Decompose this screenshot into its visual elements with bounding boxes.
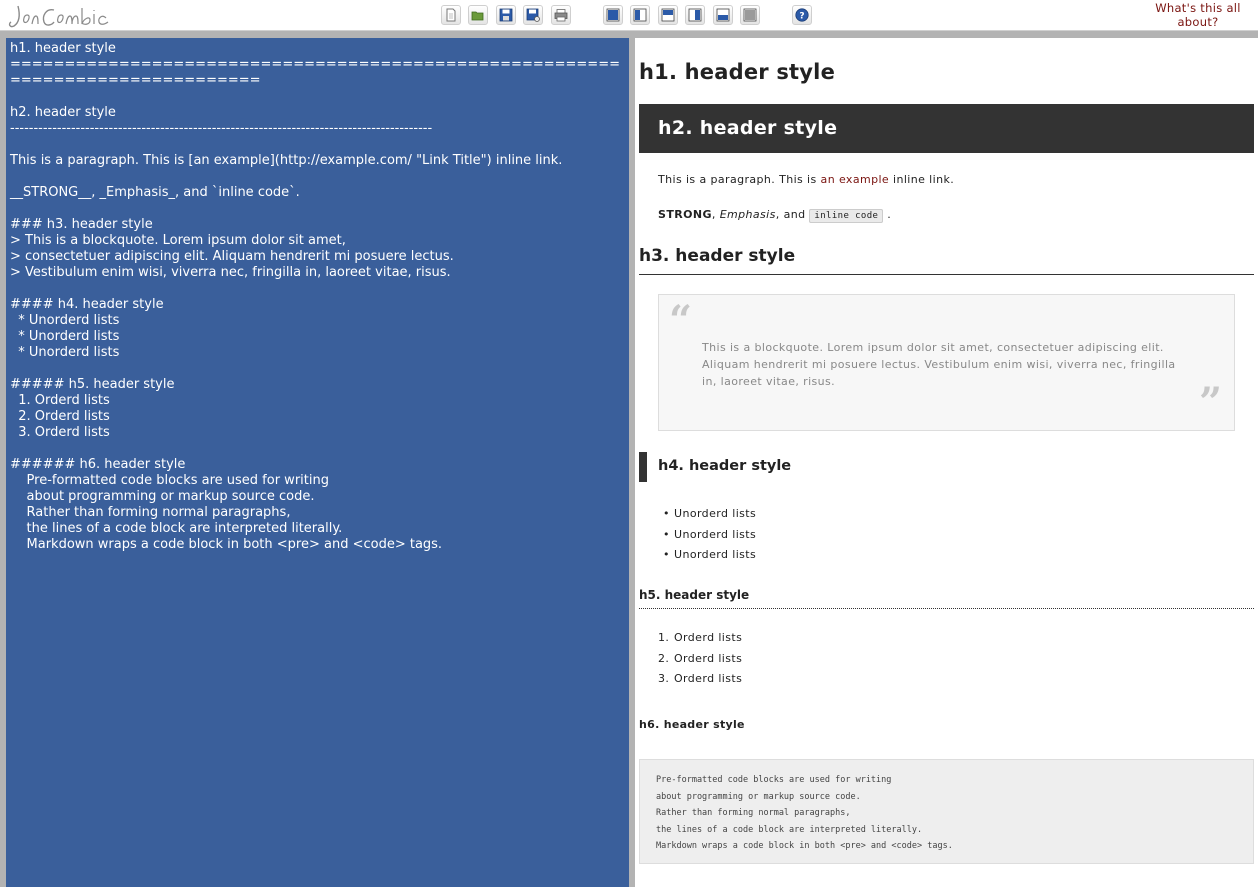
preview-formatting-line: STRONG, Emphasis, and inline code . xyxy=(658,208,892,223)
list-item: • Unorderd lists xyxy=(663,545,756,566)
preview-pane: h1. header style h2. header style This i… xyxy=(635,38,1258,887)
layout-split-vertical-icon xyxy=(688,8,702,22)
list-item: 1. Orderd lists xyxy=(658,628,742,649)
list-item-text: Unorderd lists xyxy=(674,548,757,561)
strong-text: STRONG xyxy=(658,208,712,221)
preview-ordered-list: 1. Orderd lists 2. Orderd lists 3. Orderd l… xyxy=(658,628,742,690)
preview-h5: h5. header style xyxy=(639,588,750,602)
layout-preview-only-button[interactable] xyxy=(740,5,760,25)
list-item: 2. Orderd lists xyxy=(658,649,742,670)
about-link[interactable]: What's this all about? xyxy=(1148,1,1248,29)
preview-blockquote: “ This is a blockquote. Lorem ipsum dolo… xyxy=(658,294,1235,431)
blockquote-text: This is a blockquote. Lorem ipsum dolor … xyxy=(702,341,1176,388)
list-item: 3. Orderd lists xyxy=(658,669,742,690)
list-number: 1. xyxy=(658,631,670,644)
list-number: 2. xyxy=(658,651,670,665)
help-button[interactable]: ? xyxy=(792,5,812,25)
list-item: • Unorderd lists xyxy=(663,525,756,546)
save-icon xyxy=(499,8,513,22)
h4-accent-bar xyxy=(639,452,647,482)
printer-icon xyxy=(554,9,568,22)
new-document-button[interactable] xyxy=(441,5,461,25)
bullet-icon: • xyxy=(663,507,670,520)
list-item-text: Orderd lists xyxy=(674,631,743,644)
logo-icon xyxy=(8,5,109,28)
list-item-text: Unorderd lists xyxy=(674,527,757,541)
save-as-button[interactable] xyxy=(523,5,543,25)
preview-h1: h1. header style xyxy=(639,60,836,84)
code-block-text: Pre-formatted code blocks are used for w… xyxy=(656,775,953,851)
layout-split-horizontal-button[interactable] xyxy=(713,5,733,25)
bullet-icon: • xyxy=(663,548,670,561)
list-number: 3. xyxy=(658,672,670,685)
layout-split-horizontal-icon xyxy=(716,8,730,22)
folder-open-icon xyxy=(471,11,484,21)
layout-split-vertical-button[interactable] xyxy=(685,5,705,25)
h5-divider xyxy=(639,608,1254,609)
markdown-source-text[interactable]: h1. header style =======================… xyxy=(10,41,625,553)
save-button[interactable] xyxy=(496,5,516,25)
top-toolbar: ? What's this all about? xyxy=(0,0,1258,31)
new-document-icon xyxy=(446,8,456,22)
preview-h4: h4. header style xyxy=(658,458,792,474)
layout-editor-only-icon xyxy=(606,8,620,22)
bullet-icon: • xyxy=(663,527,670,541)
separator: . xyxy=(887,208,892,221)
list-item: • Unorderd lists xyxy=(663,504,756,525)
layout-preview-only-icon xyxy=(743,8,757,22)
open-quote-icon: “ xyxy=(669,297,693,344)
list-item-text: Unorderd lists xyxy=(674,507,757,520)
list-item-text: Orderd lists xyxy=(674,651,743,665)
inline-code: inline code xyxy=(809,209,884,223)
logo xyxy=(6,0,110,31)
close-quote-icon: ” xyxy=(1198,379,1222,426)
preview-h3: h3. header style xyxy=(639,246,796,266)
h3-divider xyxy=(639,274,1254,275)
preview-unordered-list: • Unorderd lists • Unorderd lists • Unorder… xyxy=(663,504,756,566)
layout-top-bottom-icon xyxy=(661,8,675,22)
paragraph-text-end: inline link. xyxy=(889,173,955,186)
save-as-icon xyxy=(526,8,540,22)
preview-h2-bar: h2. header style xyxy=(639,104,1254,153)
separator: , and xyxy=(775,208,810,221)
help-icon: ? xyxy=(795,8,809,22)
emphasis-text: Emphasis xyxy=(719,208,776,221)
layout-editor-only-button[interactable] xyxy=(603,5,623,25)
preview-h6: h6. header style xyxy=(639,718,745,731)
markdown-editor[interactable]: h1. header style =======================… xyxy=(6,38,629,887)
example-link[interactable]: an example xyxy=(821,173,890,186)
preview-paragraph: This is a paragraph. This is an example … xyxy=(658,173,954,186)
paragraph-text: This is a paragraph. This is xyxy=(658,173,821,186)
layout-side-by-side-button[interactable] xyxy=(630,5,650,25)
open-button[interactable] xyxy=(468,5,488,25)
layout-top-bottom-button[interactable] xyxy=(658,5,678,25)
print-button[interactable] xyxy=(551,5,571,25)
svg-text:?: ? xyxy=(799,12,804,22)
layout-side-by-side-icon xyxy=(633,8,647,22)
list-item-text: Orderd lists xyxy=(674,672,743,685)
preview-h2: h2. header style xyxy=(658,117,838,139)
separator: , xyxy=(711,208,720,221)
preview-code-block: Pre-formatted code blocks are used for w… xyxy=(639,759,1254,864)
